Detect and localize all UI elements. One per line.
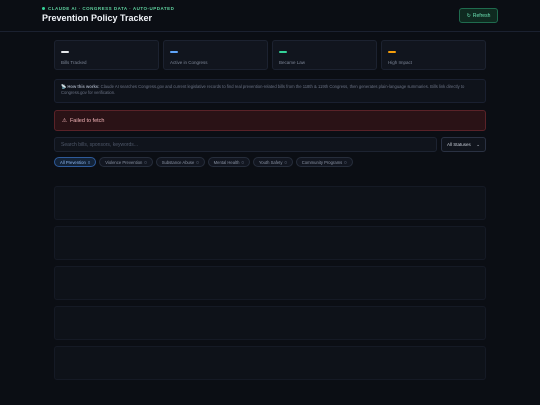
eyebrow-text: CLAUDE AI · CONGRESS DATA · AUTO-UPDATED	[48, 6, 175, 11]
chip-count: 0	[344, 159, 347, 165]
chevron-down-icon: ⌄	[476, 141, 480, 147]
chip-label: Violence Prevention	[105, 159, 143, 165]
chip-count: 0	[144, 159, 147, 165]
info-note-body: Claude AI searches Congress.gov and curr…	[61, 84, 465, 95]
stats-row: Bills Tracked Active in Congress Became …	[54, 40, 486, 70]
stat-label: Bills Tracked	[61, 60, 87, 65]
error-banner: ⚠ Failed to fetch	[54, 110, 486, 131]
loading-skeleton-card	[54, 226, 486, 260]
chip-substance-abuse[interactable]: Substance Abuse 0	[155, 157, 205, 167]
chip-violence-prevention[interactable]: Violence Prevention 0	[99, 157, 153, 167]
stat-placeholder-bar	[279, 51, 287, 53]
search-input[interactable]	[54, 137, 437, 152]
chip-count: 0	[284, 159, 287, 165]
live-dot-icon	[42, 7, 45, 10]
stat-placeholder-bar	[388, 51, 396, 53]
info-note-heading: How this works:	[67, 84, 100, 89]
chip-community-programs[interactable]: Community Programs 0	[295, 157, 353, 167]
chip-count: 0	[241, 159, 244, 165]
app-header: CLAUDE AI · CONGRESS DATA · AUTO-UPDATED…	[0, 0, 540, 32]
refresh-button[interactable]: ↻ Refresh	[459, 8, 498, 23]
status-select-value: All Statuses	[447, 142, 471, 147]
loading-skeleton-card	[54, 186, 486, 220]
satellite-icon: 📡	[61, 84, 67, 89]
chip-youth-safety[interactable]: Youth Safety 0	[252, 157, 293, 167]
refresh-icon: ↻	[466, 12, 471, 19]
chip-mental-health[interactable]: Mental Health 0	[207, 157, 250, 167]
chip-label: Mental Health	[213, 159, 240, 165]
eyebrow: CLAUDE AI · CONGRESS DATA · AUTO-UPDATED	[42, 6, 174, 11]
chip-label: Community Programs	[301, 159, 343, 165]
warning-icon: ⚠	[62, 117, 67, 124]
chip-label: Substance Abuse	[161, 159, 195, 165]
status-select[interactable]: All Statuses ⌄	[441, 137, 486, 152]
stat-placeholder-bar	[170, 51, 178, 53]
info-note: 📡 How this works: Claude AI searches Con…	[54, 79, 486, 103]
loading-skeleton-card	[54, 266, 486, 300]
page-title: Prevention Policy Tracker	[42, 13, 153, 23]
chip-count: 0	[87, 159, 91, 165]
loading-skeleton-card	[54, 346, 486, 380]
error-message: Failed to fetch	[69, 117, 105, 124]
loading-skeleton-card	[54, 306, 486, 340]
stat-card-active: Active in Congress	[163, 40, 268, 70]
chip-count: 0	[196, 159, 199, 165]
stat-placeholder-bar	[61, 51, 69, 53]
stat-label: High Impact	[388, 60, 413, 65]
stat-card-high-impact: High Impact	[381, 40, 486, 70]
stat-label: Became Law	[279, 60, 306, 65]
chip-all-prevention[interactable]: All Prevention 0	[54, 157, 97, 167]
category-filters: All Prevention 0 Violence Prevention 0 S…	[54, 157, 353, 167]
refresh-label: Refresh	[472, 12, 491, 19]
stat-label: Active in Congress	[170, 60, 208, 65]
chip-label: All Prevention	[60, 159, 86, 165]
stat-card-became-law: Became Law	[272, 40, 377, 70]
chip-label: Youth Safety	[258, 159, 283, 165]
stat-card-bills-tracked: Bills Tracked	[54, 40, 159, 70]
